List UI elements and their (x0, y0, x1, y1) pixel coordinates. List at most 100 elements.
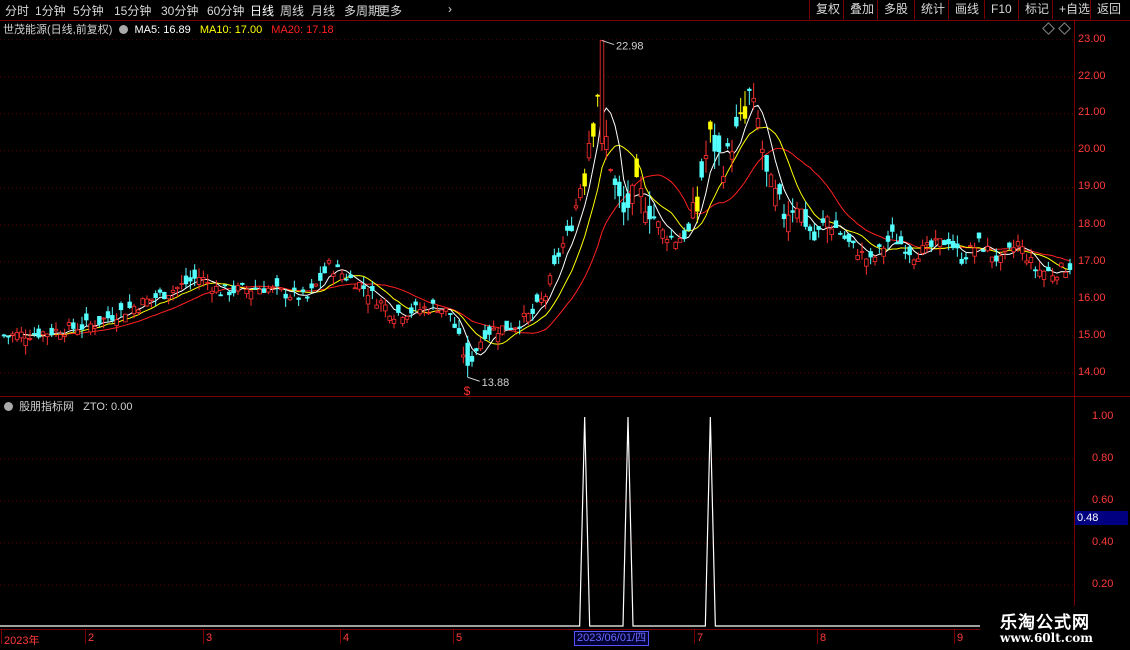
candle-body (786, 214, 791, 233)
candle-body (703, 155, 709, 160)
candle-body (725, 143, 730, 147)
candle-body (1002, 250, 1008, 253)
candle-body (617, 181, 622, 197)
candle-body (890, 224, 895, 232)
candle-body (894, 242, 899, 245)
indicator-tick: 0.40 (1092, 536, 1114, 548)
candle-body (907, 246, 912, 256)
candle-body (331, 273, 336, 277)
candle-body (36, 328, 41, 338)
watermark: 乐淘公式网 www.60lt.com (980, 606, 1130, 650)
candle-body (794, 208, 800, 219)
candle-body (71, 322, 76, 329)
date-label: 8 (820, 632, 827, 644)
candle-body (872, 256, 878, 263)
candle-body (621, 202, 626, 213)
candle-body (235, 285, 241, 292)
candle-body (690, 202, 696, 219)
candle-body (305, 296, 310, 299)
price-tick: 19.00 (1078, 180, 1106, 192)
date-label: 4 (343, 632, 350, 644)
candle-body (153, 293, 158, 298)
candle-body (1050, 275, 1055, 282)
candle-body (989, 256, 995, 263)
indicator-name: 股朋指标网 (19, 401, 75, 413)
panel-divider (0, 396, 1130, 397)
candle-body (937, 238, 943, 247)
candle-body (638, 188, 644, 198)
candle-body (543, 296, 548, 302)
candle-body (825, 216, 830, 228)
candle-body (924, 242, 930, 246)
date-tick (453, 630, 454, 644)
cursor-date-label: 2023/06/01/四 (574, 631, 650, 646)
candle-body (1041, 270, 1047, 280)
candle-body (266, 287, 271, 293)
candlestick-chart[interactable]: 22.9813.88$ (0, 0, 1074, 630)
candle-body (1067, 263, 1073, 270)
candle-body (66, 322, 72, 326)
candle-body (1, 334, 7, 337)
candle-body (495, 333, 501, 343)
candle-body (604, 136, 609, 150)
candle-body (478, 341, 483, 350)
candle-body (270, 286, 275, 289)
date-label: 2023年 (4, 635, 40, 647)
candle-body (413, 301, 418, 306)
date-label: 5 (456, 632, 463, 644)
candle-body (279, 287, 284, 291)
candle-body (131, 305, 137, 315)
candle-body (227, 291, 232, 296)
candle-body (803, 209, 808, 227)
date-axis: 2023年 2 3 4 5 7 8 9 (0, 630, 1130, 650)
candle-body (833, 220, 839, 228)
candle-body (816, 226, 821, 230)
price-tick: 15.00 (1078, 329, 1106, 341)
candle-body (88, 323, 93, 333)
candle-body (157, 289, 163, 293)
candle-body (985, 246, 990, 252)
candle-body (994, 255, 999, 262)
price-tick: 20.00 (1078, 143, 1106, 155)
candle-body (842, 235, 847, 239)
candle-body (339, 273, 345, 281)
date-tick (1, 630, 2, 644)
candle-body (391, 318, 397, 324)
candle-body (222, 284, 228, 287)
ma20-line (3, 147, 1071, 337)
candle-body (526, 313, 531, 323)
price-tick: 22.00 (1078, 70, 1106, 82)
date-label: 9 (957, 632, 964, 644)
candle-body (859, 250, 865, 253)
candle-body (170, 289, 176, 293)
candle-body (409, 307, 414, 314)
candle-body (998, 255, 1003, 263)
candle-body (799, 208, 804, 223)
candle-body (439, 309, 444, 314)
candle-body (864, 258, 869, 267)
candle-body (981, 249, 986, 252)
high-marker-label: 22.98 (616, 41, 644, 53)
candle-body (1024, 260, 1029, 264)
date-tick (694, 630, 695, 644)
candle-body (959, 258, 964, 264)
candle-body (387, 315, 392, 321)
candle-body (729, 151, 735, 160)
indicator-tick: 0.60 (1092, 494, 1114, 506)
candle-body (6, 335, 11, 338)
toolbar-button-8[interactable]: 返回 (1090, 0, 1130, 19)
candle-body (920, 245, 925, 254)
candle-body (53, 328, 59, 332)
candle-body (357, 282, 362, 290)
price-tick: 14.00 (1078, 366, 1106, 378)
candle-body (829, 228, 834, 235)
candle-body (166, 295, 171, 300)
candle-body (400, 317, 405, 324)
price-tick: 21.00 (1078, 106, 1106, 118)
candle-body (942, 240, 947, 246)
candle-body (23, 337, 28, 347)
candle-body (274, 278, 280, 287)
collapse-dot-icon[interactable] (4, 402, 13, 411)
price-tick: 23.00 (1078, 33, 1106, 45)
indicator-tick: 0.20 (1092, 578, 1114, 590)
